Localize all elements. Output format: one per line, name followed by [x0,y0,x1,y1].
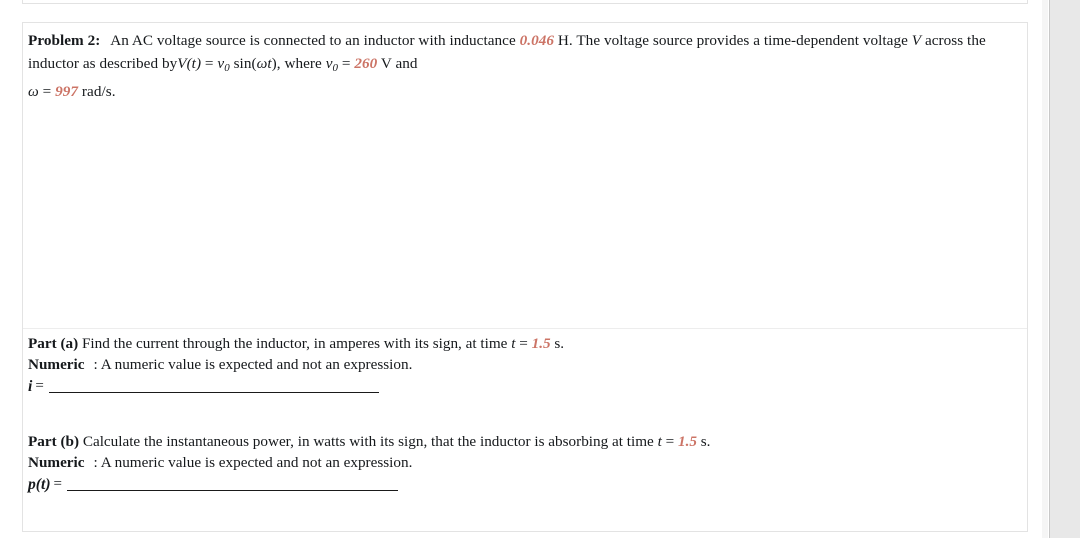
part-a-answer-row: i = [28,378,1021,395]
inductance-value: 0.046 [519,32,555,49]
problem-statement: Problem 2: An AC voltage source is conne… [28,29,1021,103]
problem-stem-text-1: An AC voltage source is connected to an … [110,32,516,49]
part-b-time-unit: s. [700,433,711,450]
part-a-time-value: 1.5 [531,335,551,352]
part-b-answer-input[interactable] [66,477,398,491]
part-b-answer-equals: = [53,476,62,492]
vertical-scrollbar[interactable] [1042,0,1048,538]
part-b-section: Part (b) Calculate the instantaneous pow… [28,432,1021,493]
part-b-answer-type: Numeric [28,453,85,471]
part-b-answer-type-note: : A numeric value is expected and not an… [93,453,413,471]
part-b-answer-variable: p(t) [28,476,51,493]
part-a-answer-type-row: Numeric : A numeric value is expected and… [28,355,1021,376]
part-a-answer-type: Numeric [28,355,85,373]
part-a-time-equals: = [519,335,528,352]
part-b-answer-row: p(t) = [28,476,1021,493]
part-a-label: Part (a) [28,335,79,352]
equation-omega-symbol: ω [256,55,268,72]
part-a-prompt-text: Find the current through the inductor, i… [81,335,508,352]
part-b-label: Part (b) [28,433,80,450]
equation-lhs-symbol: V [177,55,187,72]
part-a-answer-variable: i [28,378,33,395]
omega-value: 997 [55,83,79,101]
part-a-time-unit: s. [554,335,565,352]
part-a-prompt: Part (a) Find the current through the in… [28,334,1021,355]
omega-unit: rad/s. [81,83,116,101]
part-a-answer-equals: = [35,378,44,394]
part-a-answer-type-note: : A numeric value is expected and not an… [93,355,413,373]
v0-equals: = [341,55,351,72]
part-b-time-equals: = [665,433,675,450]
v0-value: 260 [354,55,378,72]
omega-equals: = [42,83,52,101]
part-a-time-symbol: t [511,335,516,352]
problem-card: Problem 2: An AC voltage source is conne… [22,22,1028,532]
problem-stem-text-4: where [284,55,322,72]
v0-unit: V and [380,55,418,72]
part-b-answer-type-row: Numeric : A numeric value is expected and… [28,453,1021,474]
part-b-prompt: Part (b) Calculate the instantaneous pow… [28,432,1021,453]
previous-problem-card-edge [22,0,1028,4]
v0-subscript: 0 [332,62,339,75]
voltage-symbol: V [911,32,922,49]
equation-rhs-subscript: 0 [224,62,230,75]
part-a-divider [23,328,1027,329]
part-b-time-value: 1.5 [677,433,697,450]
problem-stem-text-2: The voltage source provides a time-depen… [576,32,908,49]
voltage-equation: V(t) = v0 sin(ωt), [177,55,281,75]
part-b-prompt-text: Calculate the instantaneous power, in wa… [82,433,654,450]
equation-equals: = [204,55,214,72]
right-side-panel [1049,0,1080,538]
part-a-section: Part (a) Find the current through the in… [28,334,1021,395]
omega-symbol: ω [28,83,39,101]
part-b-time-symbol: t [657,433,662,450]
equation-rhs-function: sin( [233,55,257,72]
problem-label: Problem 2: [28,32,101,49]
inductance-unit: H. [557,32,573,49]
equation-lhs-arg: (t) [186,55,202,72]
part-a-answer-input[interactable] [48,379,379,393]
equation-close-paren: ), [271,55,281,72]
